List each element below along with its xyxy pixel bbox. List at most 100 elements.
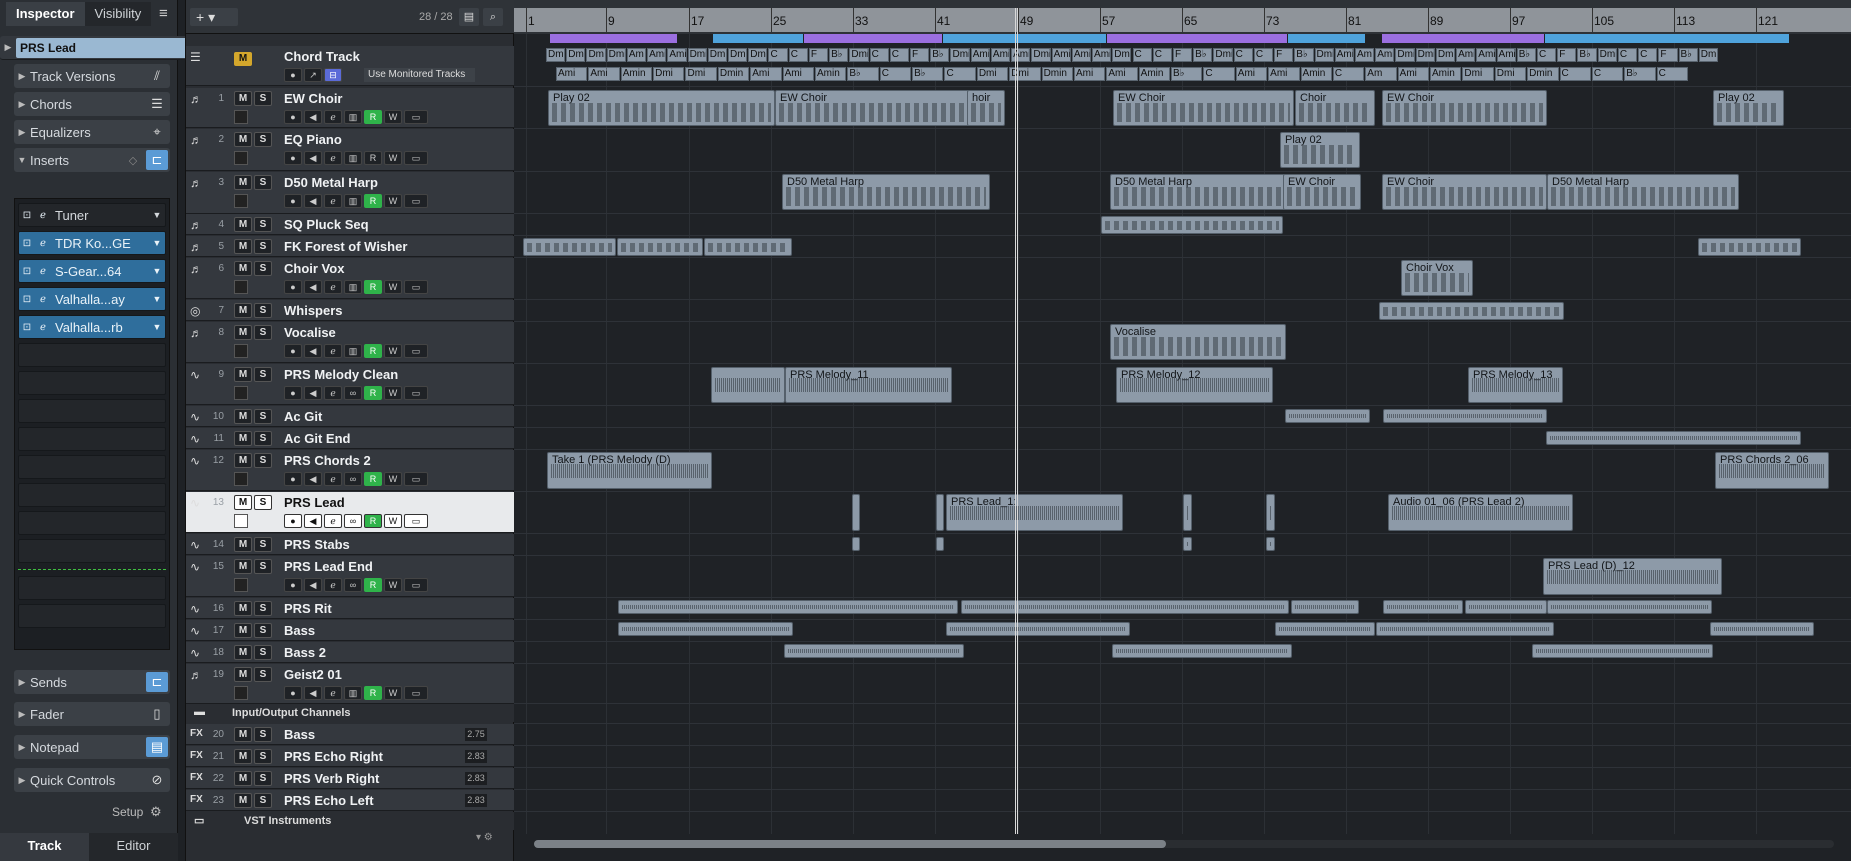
lanes-icon[interactable]: ▭ — [404, 686, 428, 700]
chord-event[interactable]: Dmi — [1395, 48, 1415, 62]
chord-event[interactable]: B♭ — [1678, 48, 1698, 62]
chord-event[interactable]: Dmin — [1031, 48, 1051, 62]
section-equalizers[interactable]: ▶ Equalizers ⌖ — [14, 120, 170, 144]
read-automation-button[interactable]: R — [364, 386, 382, 400]
audio-event[interactable] — [936, 537, 944, 551]
record-enable-icon[interactable]: ● — [284, 151, 302, 165]
chord-event[interactable]: C — [1591, 67, 1624, 81]
lanes-icon[interactable]: ▭ — [404, 514, 428, 528]
mute-button[interactable]: M — [234, 132, 252, 147]
chord-event[interactable]: Am — [1365, 67, 1397, 81]
mute-button[interactable]: M — [234, 559, 252, 574]
mute-button[interactable]: M — [234, 409, 252, 424]
track-row[interactable]: ♬ 5 M S FK Forest of Wisher — [186, 236, 515, 257]
mute-button[interactable]: M — [234, 601, 252, 616]
write-automation-button[interactable]: W — [384, 386, 402, 400]
chord-event[interactable]: F — [1658, 48, 1678, 62]
record-enable-icon[interactable]: ● — [284, 280, 302, 294]
write-automation-button[interactable]: W — [384, 344, 402, 358]
midi-part[interactable]: Play 02 — [1280, 132, 1360, 168]
sends-bypass-icon[interactable]: ⊏ — [146, 672, 168, 692]
chord-event[interactable]: Ami — [990, 48, 1011, 62]
chord-event[interactable]: Ami — [750, 67, 782, 81]
mute-button[interactable]: M — [234, 217, 252, 232]
track-list-options-icon[interactable]: ▤ — [459, 8, 479, 26]
midi-part[interactable]: D50 Metal Harp — [782, 174, 990, 210]
insert-slot-empty[interactable] — [18, 371, 166, 395]
horizontal-scrollbar[interactable] — [534, 840, 1834, 848]
solo-button[interactable]: S — [254, 91, 272, 106]
monitor-icon[interactable]: ◀ — [304, 194, 322, 208]
audio-event[interactable]: PRS Lead_1: — [946, 494, 1123, 531]
solo-button[interactable]: S — [254, 175, 272, 190]
midi-part[interactable] — [1379, 302, 1564, 320]
piano-icon[interactable]: ▥ — [344, 280, 362, 294]
versions-icon[interactable]: ⫽ — [146, 66, 168, 86]
mute-button[interactable]: M — [234, 727, 252, 742]
solo-button[interactable]: S — [254, 771, 272, 786]
solo-button[interactable]: S — [254, 239, 272, 254]
chord-event[interactable]: Dmi — [976, 67, 1009, 81]
chord-event[interactable]: B♭ — [1193, 48, 1213, 62]
track-select-checkbox[interactable] — [234, 686, 248, 700]
record-enable-icon[interactable]: ● — [284, 386, 302, 400]
chord-event[interactable]: Amin — [620, 67, 653, 81]
chord-event[interactable]: Dmi — [1494, 67, 1527, 81]
notepad-icon[interactable]: ▤ — [146, 737, 168, 757]
piano-icon[interactable]: ▥ — [344, 110, 362, 124]
chord-mute-button[interactable]: M — [234, 52, 252, 66]
write-automation-button[interactable]: W — [384, 686, 402, 700]
audio-event[interactable] — [1376, 622, 1554, 636]
audio-event[interactable] — [852, 494, 860, 531]
chord-event[interactable]: Dm — [586, 48, 606, 62]
midi-part[interactable]: EW Choir — [1283, 174, 1361, 210]
chord-event[interactable]: C — [1536, 48, 1557, 62]
chord-event[interactable]: Dmi — [653, 67, 685, 81]
edit-icon[interactable]: ℯ — [35, 238, 51, 249]
chord-event[interactable]: Ami — [556, 67, 588, 81]
section-chords[interactable]: ▶ Chords ☰ — [14, 92, 170, 116]
chord-event[interactable]: Am — [1354, 48, 1375, 62]
mute-button[interactable]: M — [234, 91, 252, 106]
edit-icon[interactable]: ℯ — [324, 686, 342, 700]
lanes-icon[interactable]: ▭ — [404, 386, 428, 400]
chord-event[interactable]: F — [910, 48, 930, 62]
chord-event[interactable]: Ami — [1268, 67, 1300, 81]
write-automation-button[interactable]: W — [384, 280, 402, 294]
midi-part[interactable]: EW Choir — [1382, 90, 1547, 126]
chord-event[interactable]: Dmi — [1415, 48, 1435, 62]
project-arrange-area[interactable]: 1 9 17 25 33 41 49 57 65 73 81 89 97 105 113 121 Dmi Dmi… — [514, 0, 1851, 861]
track-row[interactable]: ♬ 8 M S Vocalise ● ◀ ℯ ▥ R W ▭ — [186, 322, 515, 363]
solo-button[interactable]: S — [254, 261, 272, 276]
chord-event[interactable]: Amin — [1138, 67, 1171, 81]
solo-button[interactable]: S — [254, 431, 272, 446]
mute-button[interactable]: M — [234, 453, 252, 468]
track-select-checkbox[interactable] — [234, 386, 248, 400]
chord-event[interactable]: Dmin — [1527, 67, 1559, 81]
chord-event[interactable]: Ami — [782, 67, 814, 81]
chord-event[interactable]: Ami — [1092, 48, 1112, 62]
track-select-checkbox[interactable] — [234, 514, 248, 528]
edit-icon[interactable]: ℯ — [35, 322, 51, 333]
fx-track-row[interactable]: FX 21 M S PRS Echo Right 2.83 — [186, 746, 515, 767]
edit-icon[interactable]: ℯ — [324, 578, 342, 592]
search-icon[interactable]: ⌕ — [483, 8, 503, 26]
midi-part[interactable] — [1698, 238, 1801, 256]
power-icon[interactable]: ⊡ — [19, 210, 35, 221]
chord-event[interactable]: Dmin — [717, 67, 750, 81]
mute-button[interactable]: M — [234, 537, 252, 552]
section-track-versions[interactable]: ▶ Track Versions ⫽ — [14, 64, 170, 88]
insert-slot-empty[interactable] — [18, 483, 166, 507]
chord-event[interactable]: C — [1152, 48, 1172, 62]
insert-slot-empty[interactable] — [18, 343, 166, 367]
insert-slot-5[interactable]: ⊡ ℯ Valhalla...rb ▼ — [18, 315, 166, 339]
setup-label[interactable]: Setup — [112, 805, 143, 819]
insert-slot-empty[interactable] — [18, 604, 166, 628]
chord-event[interactable]: F — [1274, 48, 1294, 62]
track-row[interactable]: ∿ 11 M S Ac Git End — [186, 428, 515, 449]
track-select-checkbox[interactable] — [234, 151, 248, 165]
mute-button[interactable]: M — [234, 749, 252, 764]
insert-slot-empty[interactable] — [18, 511, 166, 535]
midi-part[interactable] — [617, 238, 703, 256]
power-icon[interactable]: ⊡ — [19, 266, 35, 277]
